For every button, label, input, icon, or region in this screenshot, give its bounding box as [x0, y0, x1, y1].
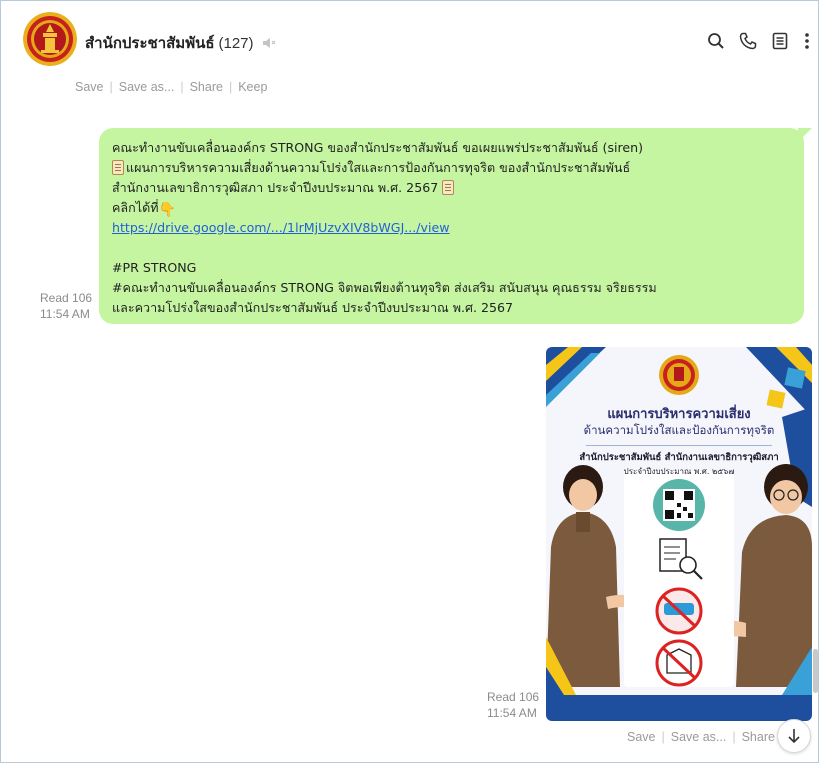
message-line: แผนการบริหารความเสี่ยงด้านความโปร่งใสและ… — [126, 160, 631, 175]
scroll-to-bottom-button[interactable] — [777, 719, 811, 753]
message-line: คลิกได้ที่ — [112, 200, 159, 215]
poster-title-2: ด้านความโปร่งใสและป้องกันการทุจริต — [583, 423, 775, 437]
keep-button[interactable]: Keep — [238, 80, 267, 94]
message-line: #PR STRONG — [112, 260, 197, 275]
chat-title: สำนักประชาสัมพันธ์ (127) — [85, 31, 276, 55]
message-line: สำนักงานเลขาธิการวุฒิสภา ประจำปีงบประมาณ… — [112, 180, 439, 195]
message-time: 11:54 AM — [487, 706, 537, 720]
avatar[interactable] — [23, 12, 77, 66]
more-icon[interactable] — [796, 29, 818, 53]
drive-link[interactable]: https://drive.google.com/.../1lrMjUzvXIV… — [112, 220, 450, 235]
poster-title-1: แผนการบริหารความเสี่ยง — [607, 407, 751, 422]
poster-organization: สำนักประชาสัมพันธ์ สำนักงานเลขาธิการวุฒิ… — [579, 452, 779, 463]
chat-header: สำนักประชาสัมพันธ์ (127) — [1, 1, 818, 75]
image-read-receipt: Read 106 11:54 AM — [487, 689, 539, 721]
share-button[interactable]: Share — [742, 730, 775, 744]
mute-icon — [262, 36, 276, 53]
text-message-bubble[interactable]: คณะทำงานขับเคลื่อนองค์กร STRONG ของสำนัก… — [99, 128, 812, 324]
save-as-button[interactable]: Save as... — [119, 80, 175, 94]
poster-footer-band — [546, 695, 812, 721]
phone-icon[interactable] — [732, 29, 764, 53]
message-actions-bottom: Save | Save as... | Share — [627, 730, 775, 744]
chat-title-text: สำนักประชาสัมพันธ์ — [85, 35, 215, 52]
document-emoji-icon — [112, 160, 124, 175]
message-line: และความโปร่งใสของสำนักประชาสัมพันธ์ ประจ… — [112, 300, 514, 315]
scrollbar-thumb[interactable] — [813, 649, 818, 693]
message-line: คณะทำงานขับเคลื่อนองค์กร STRONG ของสำนัก… — [112, 140, 644, 155]
message-line-with-doc: แผนการบริหารความเสี่ยงด้านความโปร่งใสและ… — [112, 158, 792, 178]
chat-window: สำนักประชาสัมพันธ์ (127) Save | Save as... |… — [0, 0, 819, 763]
read-count: Read 106 — [487, 690, 540, 704]
save-button[interactable]: Save — [627, 730, 656, 744]
notes-icon[interactable] — [764, 29, 796, 53]
document-emoji-icon — [442, 180, 455, 195]
message-line-with-hand: คลิกได้ที่👇 — [112, 198, 792, 218]
share-button[interactable]: Share — [190, 80, 223, 94]
message-line-with-doc: สำนักงานเลขาธิการวุฒิสภา ประจำปีงบประมาณ… — [112, 178, 792, 198]
save-button[interactable]: Save — [75, 80, 104, 94]
read-receipt-text: Read 106 11:54 AM — [40, 290, 92, 322]
message-actions-top: Save | Save as... | Share | Keep — [75, 80, 268, 94]
poster-fiscal-year: ประจำปีงบประมาณ พ.ศ. ๒๕๖๗ — [623, 467, 735, 476]
read-count: Read 106 — [40, 291, 93, 305]
save-as-button[interactable]: Save as... — [671, 730, 727, 744]
arrow-down-icon — [788, 729, 800, 744]
message-line: #คณะทำงานขับเคลื่อนองค์กร STRONG จิตพอเพ… — [112, 280, 657, 295]
pointing-hand-icon: 👇 — [158, 202, 177, 218]
header-actions — [700, 29, 818, 53]
poster-image-message[interactable]: แผนการบริหารความเสี่ยง ด้านความโปร่งใสแล… — [546, 347, 812, 721]
message-time: 11:54 AM — [40, 307, 90, 321]
search-icon[interactable] — [700, 29, 732, 53]
member-count: (127) — [218, 35, 254, 52]
